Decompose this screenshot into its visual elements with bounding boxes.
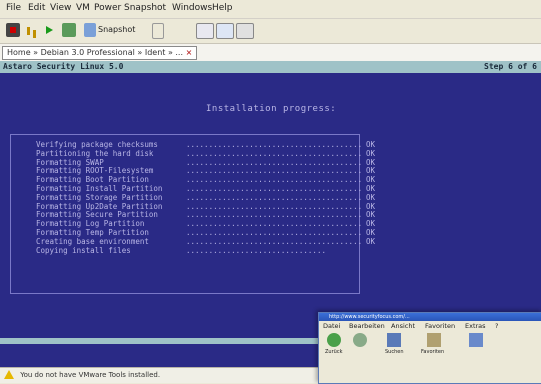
step-dots: ....................................... <box>186 167 363 176</box>
browser-menu-ansicht[interactable]: Ansicht <box>391 321 415 331</box>
browser-toolbar: Zurück Suchen Favoriten <box>319 331 541 361</box>
step-dots: ....................................... <box>186 220 363 229</box>
menu-help[interactable]: Help <box>212 3 233 13</box>
menu-power[interactable]: Power <box>94 3 121 13</box>
menu-vm[interactable]: VM <box>76 3 90 13</box>
forward-icon[interactable] <box>353 333 367 347</box>
progress-heading: Installation progress: <box>206 104 337 114</box>
step-dots: ....................................... <box>186 141 363 149</box>
browser-menu-extras[interactable]: Extras <box>465 321 486 331</box>
menu-view[interactable]: View <box>50 3 71 13</box>
step-dots: ....................................... <box>186 184 363 193</box>
favorites-button-label[interactable]: Favoriten <box>421 349 444 355</box>
pause-icon[interactable] <box>24 23 38 38</box>
step-dots: ....................................... <box>186 158 363 167</box>
history-icon[interactable] <box>469 333 483 347</box>
close-icon[interactable]: × <box>186 48 193 57</box>
tab-bar: Home » Debian 3.0 Professional » Ident »… <box>0 44 541 62</box>
step-indicator: Step 6 of 6 <box>484 62 537 71</box>
installer-title: Astaro Security Linux 5.0 <box>3 62 124 71</box>
tab-vm[interactable]: Home » Debian 3.0 Professional » Ident »… <box>2 46 198 60</box>
quick-switch-icon[interactable] <box>216 23 234 39</box>
browser-menu-favoriten[interactable]: Favoriten <box>425 321 455 331</box>
step-dots: ....................................... <box>186 176 363 185</box>
browser-menu-help[interactable]: ? <box>495 321 498 331</box>
revert-icon[interactable] <box>152 23 164 39</box>
favorites-icon[interactable] <box>427 333 441 347</box>
warning-icon <box>4 370 14 379</box>
step-result: OK <box>366 236 376 246</box>
step-row: Copying install files...................… <box>36 245 396 256</box>
snapshot-button-label[interactable]: Snapshot <box>98 25 135 34</box>
full-screen-icon[interactable] <box>196 23 214 39</box>
browser-menu-bar: Datei Bearbeiten Ansicht Favoriten Extra… <box>319 321 541 331</box>
stop-icon[interactable] <box>6 23 20 37</box>
step-dots: ............................... <box>186 246 326 255</box>
browser-title-bar[interactable]: http://www.securityfocus.com/... <box>319 313 541 321</box>
browser-menu-datei[interactable]: Datei <box>323 321 340 331</box>
step-label: Copying install files <box>36 245 131 255</box>
browser-menu-bearbeiten[interactable]: Bearbeiten <box>349 321 385 331</box>
back-icon[interactable] <box>327 333 341 347</box>
search-button-label[interactable]: Suchen <box>385 349 404 355</box>
step-dots: ....................................... <box>186 211 363 220</box>
browser-window[interactable]: http://www.securityfocus.com/... Datei B… <box>318 312 541 384</box>
status-message: You do not have VMware Tools installed. <box>20 371 161 379</box>
play-icon[interactable] <box>42 23 56 37</box>
console-header-bar: Astaro Security Linux 5.0 Step 6 of 6 <box>0 61 541 73</box>
back-button-label[interactable]: Zurück <box>325 349 342 355</box>
step-dots: ....................................... <box>186 228 363 237</box>
snapshot-icon[interactable] <box>84 23 96 37</box>
summary-icon[interactable] <box>236 23 254 39</box>
step-dots: ....................................... <box>186 193 363 202</box>
toolbar: Snapshot <box>0 19 541 44</box>
step-dots: ....................................... <box>186 237 363 246</box>
step-dots: ....................................... <box>186 202 363 211</box>
step-list: Verifying package checksums.............… <box>36 140 396 256</box>
menu-bar: File Edit View VM Power Snapshot Windows… <box>0 0 541 19</box>
search-icon[interactable] <box>387 333 401 347</box>
menu-windows[interactable]: Windows <box>172 3 212 13</box>
menu-snapshot[interactable]: Snapshot <box>124 3 166 13</box>
step-dots: ....................................... <box>186 149 363 158</box>
tab-label: Home » Debian 3.0 Professional » Ident »… <box>7 48 184 57</box>
reset-icon[interactable] <box>62 23 76 37</box>
menu-file[interactable]: File <box>6 3 21 13</box>
menu-edit[interactable]: Edit <box>28 3 45 13</box>
